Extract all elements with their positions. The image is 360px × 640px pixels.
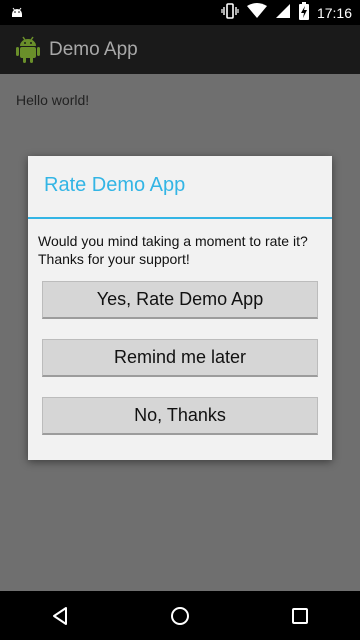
dialog-message: Would you mind taking a moment to rate i…	[38, 233, 308, 267]
rate-dialog: Rate Demo App Would you mind taking a mo…	[28, 156, 332, 460]
battery-charging-icon	[298, 1, 309, 25]
dialog-divider	[28, 217, 332, 219]
no-thanks-button[interactable]: No, Thanks	[42, 397, 318, 435]
app-title: Demo App	[49, 39, 138, 60]
recents-icon[interactable]	[280, 596, 320, 636]
hello-text: Hello world!	[16, 92, 90, 108]
android-notification-icon	[8, 4, 26, 22]
remind-later-button[interactable]: Remind me later	[42, 339, 318, 377]
rate-now-button[interactable]: Yes, Rate Demo App	[42, 281, 318, 319]
home-icon[interactable]	[160, 596, 200, 636]
status-icons: 17:16	[221, 1, 352, 25]
vibrate-icon	[221, 2, 239, 24]
status-bar: 17:16	[0, 0, 360, 25]
back-icon[interactable]	[40, 596, 80, 636]
action-bar: Demo App	[0, 25, 360, 74]
dialog-title: Rate Demo App	[44, 174, 186, 196]
signal-icon	[275, 3, 291, 24]
navigation-bar	[0, 591, 360, 640]
status-time: 17:16	[316, 5, 352, 21]
android-app-icon	[14, 35, 42, 63]
wifi-icon	[246, 2, 267, 24]
